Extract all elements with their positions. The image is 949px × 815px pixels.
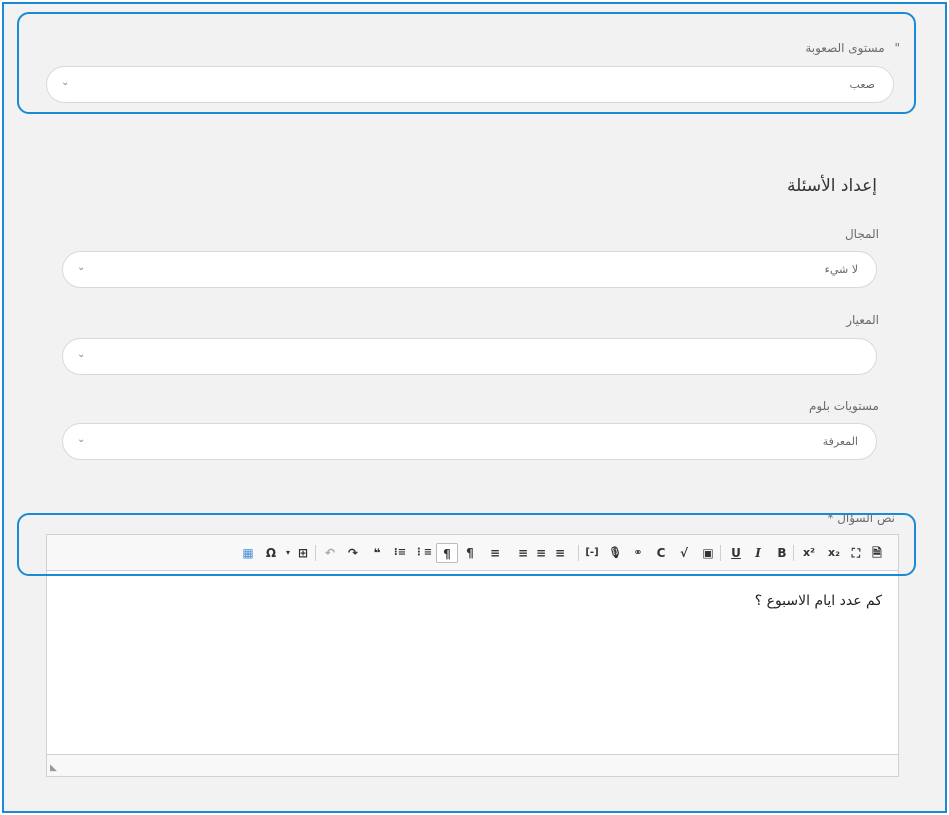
ltr-icon[interactable]: ¶: [460, 543, 480, 563]
math-icon[interactable]: √: [674, 543, 694, 563]
difficulty-label: " مستوى الصعوبة: [805, 41, 900, 55]
source-icon[interactable]: 🗎: [867, 543, 887, 563]
editor-statusbar: ◣: [47, 754, 898, 776]
standard-select[interactable]: ⌄: [62, 338, 877, 375]
image-icon[interactable]: ▣: [698, 543, 718, 563]
blockquote-icon[interactable]: ❝: [367, 543, 387, 563]
subscript-icon[interactable]: x₂: [824, 543, 844, 563]
editor-toolbar: 🗎 ⛶ x₂ x² B I U ▣ √ C ⚭ 🎙 [-] ≡ ≡ ≡ ≡ ¶ …: [47, 535, 898, 571]
bloom-select[interactable]: المعرفة ⌄: [62, 423, 877, 460]
bold-icon[interactable]: B: [772, 543, 792, 563]
rtl-icon[interactable]: ¶: [436, 543, 458, 563]
bulleted-list-icon[interactable]: ⁝≡: [390, 543, 410, 563]
templates-icon[interactable]: ▦: [238, 543, 258, 563]
redo-icon[interactable]: ↷: [343, 543, 363, 563]
section-title: إعداد الأسئلة: [786, 176, 877, 196]
align-center-icon[interactable]: ≡: [531, 543, 551, 563]
difficulty-select[interactable]: صعب ⌄: [46, 66, 894, 103]
domain-select[interactable]: لا شيء ⌄: [62, 251, 877, 288]
align-right-icon[interactable]: ≡: [508, 543, 528, 563]
table-icon[interactable]: ⊞: [293, 543, 313, 563]
italic-icon[interactable]: I: [748, 543, 768, 563]
toolbar-separator: [315, 545, 316, 561]
domain-label: المجال: [844, 227, 879, 241]
difficulty-value: صعب: [849, 78, 875, 91]
justify-icon[interactable]: ≡: [485, 543, 505, 563]
editor-content[interactable]: كم عدد ايام الاسبوع ؟: [755, 593, 882, 609]
chevron-down-icon: ⌄: [77, 434, 86, 445]
align-left-icon[interactable]: ≡: [555, 543, 575, 563]
difficulty-label-text: مستوى الصعوبة: [805, 41, 885, 55]
numbered-list-icon[interactable]: ⋮≡: [413, 543, 433, 563]
domain-value: لا شيء: [824, 263, 858, 276]
bloom-label: مستويات بلوم: [808, 399, 879, 413]
link-icon[interactable]: ⚭: [628, 543, 648, 563]
undo-icon[interactable]: ↶: [320, 543, 340, 563]
toolbar-separator: [793, 545, 794, 561]
chevron-down-icon: ⌄: [77, 262, 86, 273]
copyright-icon[interactable]: C: [651, 543, 671, 563]
special-char-icon[interactable]: Ω: [261, 543, 281, 563]
resize-handle-icon[interactable]: ◣: [50, 763, 57, 773]
rich-text-editor: 🗎 ⛶ x₂ x² B I U ▣ √ C ⚭ 🎙 [-] ≡ ≡ ≡ ≡ ¶ …: [46, 534, 899, 777]
toolbar-separator: [720, 545, 721, 561]
toolbar-separator: [578, 545, 579, 561]
superscript-icon[interactable]: x²: [799, 543, 819, 563]
quote-mark: ": [894, 41, 900, 55]
question-text-label: نص السؤال *: [827, 511, 895, 525]
maximize-icon[interactable]: ⛶: [846, 543, 866, 563]
bloom-value: المعرفة: [822, 435, 858, 448]
underline-icon[interactable]: U: [726, 543, 746, 563]
standard-label: المعيار: [846, 313, 879, 327]
chevron-down-icon: ⌄: [61, 77, 70, 88]
caret-down-icon[interactable]: ▾: [283, 543, 293, 563]
chevron-down-icon: ⌄: [77, 349, 86, 360]
placeholder-icon[interactable]: [-]: [582, 543, 602, 563]
microphone-icon[interactable]: 🎙: [605, 543, 625, 563]
